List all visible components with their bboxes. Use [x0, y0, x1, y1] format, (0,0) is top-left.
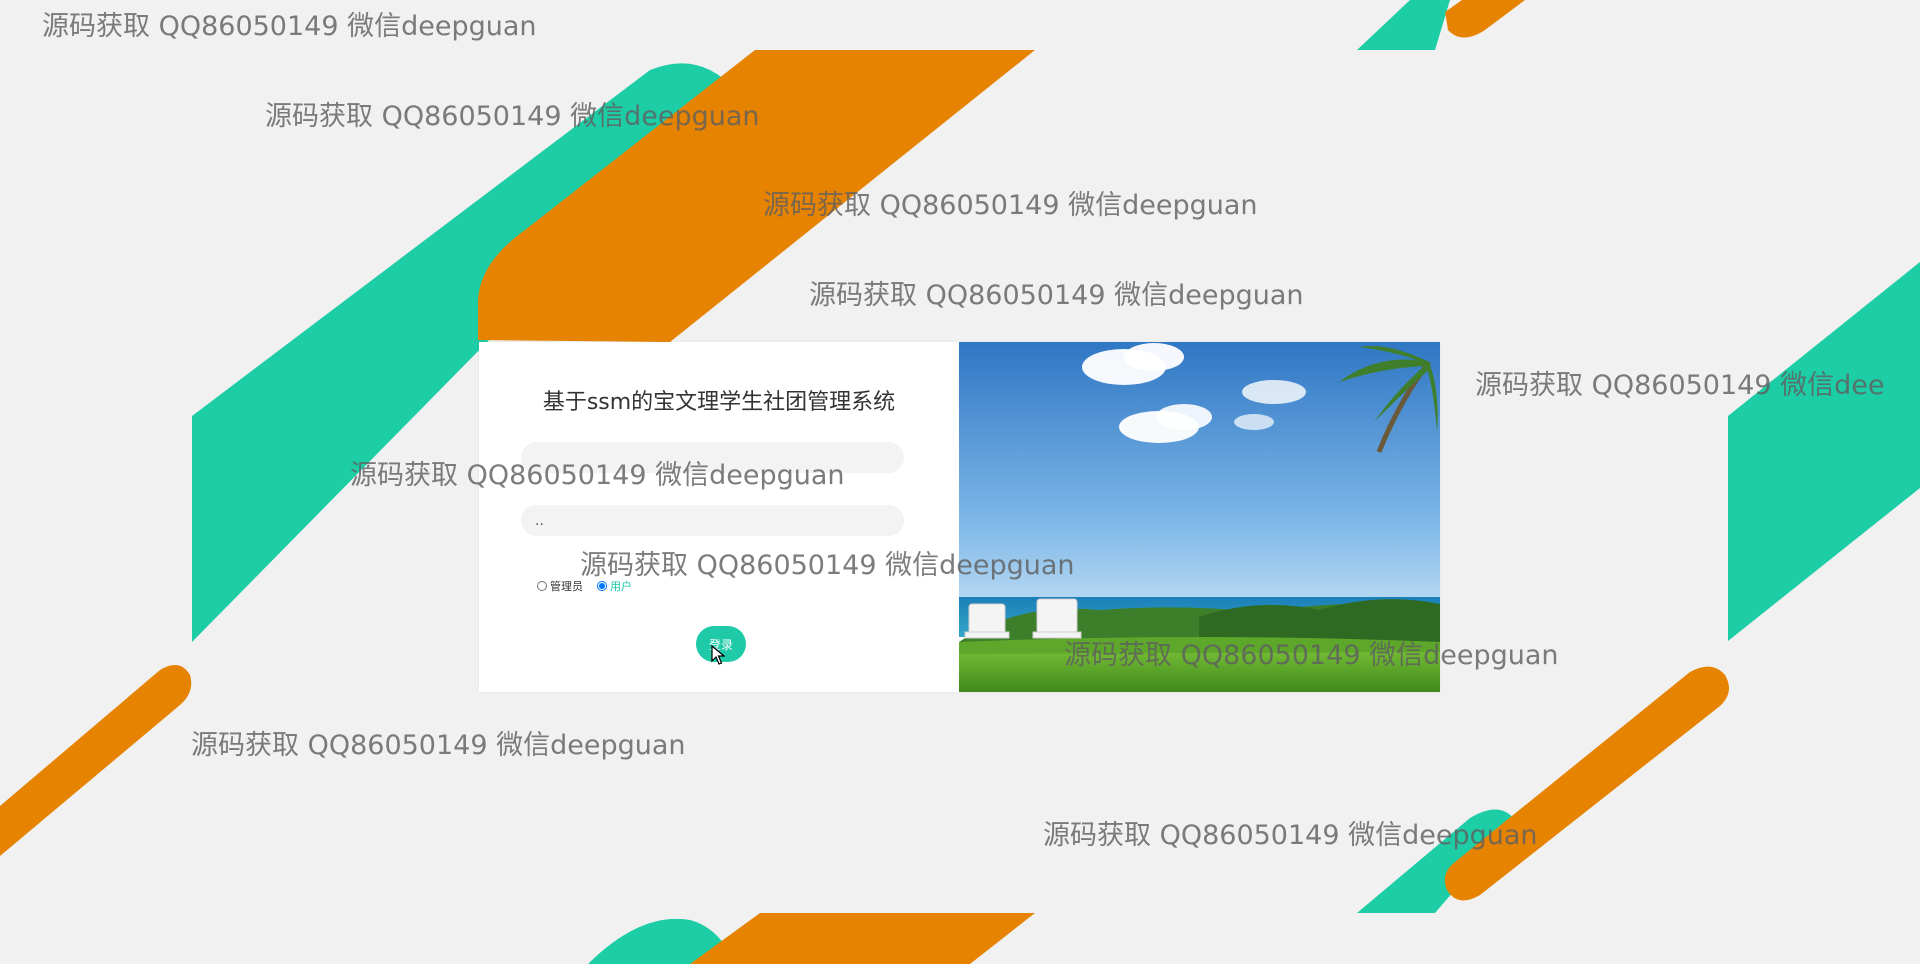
teal-stripe	[1357, 0, 1450, 50]
orange-stripe	[1444, 666, 1729, 901]
teal-stripe	[1728, 262, 1920, 641]
role-user[interactable]: 用户	[597, 578, 632, 594]
system-title: 基于ssm的宝文理学生社团管理系统	[542, 390, 896, 415]
beach-scene-image	[959, 342, 1440, 692]
role-user-label: 用户	[610, 580, 632, 593]
beach-photo	[959, 342, 1440, 692]
role-admin[interactable]: 管理员	[537, 578, 583, 594]
password-input[interactable]	[521, 505, 904, 536]
role-user-radio[interactable]	[597, 581, 607, 591]
role-admin-radio[interactable]	[537, 581, 547, 591]
login-button[interactable]: 登录	[696, 626, 746, 662]
role-selector: 管理员 用户	[537, 578, 632, 594]
username-input[interactable]	[521, 442, 904, 473]
orange-stripe	[690, 913, 1035, 964]
orange-stripe	[1445, 0, 1525, 38]
orange-stripe	[0, 665, 192, 856]
login-form: 基于ssm的宝文理学生社团管理系统 管理员 用户 登录	[479, 342, 959, 692]
role-admin-label: 管理员	[550, 580, 583, 593]
login-card: 基于ssm的宝文理学生社团管理系统 管理员 用户 登录	[479, 342, 1440, 692]
